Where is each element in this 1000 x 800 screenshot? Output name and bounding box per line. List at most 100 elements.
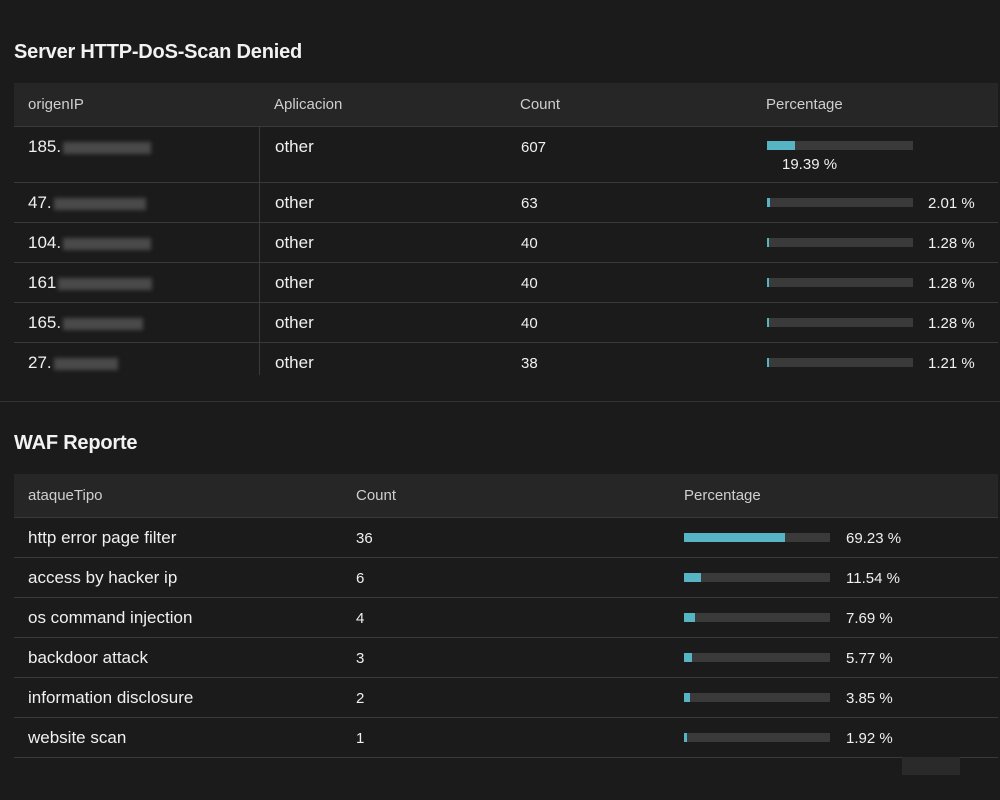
count-cell: 40 [521, 315, 538, 332]
percentage-bar-fill [767, 238, 769, 247]
count-cell: 36 [356, 530, 373, 547]
attack-type-cell: access by hacker ip [28, 568, 178, 587]
app-cell: other [275, 137, 314, 156]
app-cell: other [275, 353, 314, 372]
percentage-bar-fill [767, 358, 769, 367]
percentage-bar [767, 141, 913, 150]
ip-prefix: 165. [28, 313, 62, 332]
column-header-percentage[interactable]: Percentage [766, 96, 843, 113]
count-cell: 2 [356, 690, 365, 707]
percentage-bar-fill [684, 613, 695, 622]
table-row[interactable]: 104. other 40 1.28 % [14, 223, 998, 263]
table-row[interactable]: 165. other 40 1.28 % [14, 303, 998, 343]
percentage-value: 1.28 % [928, 315, 975, 332]
count-cell: 4 [356, 610, 365, 627]
dos-table: origenIP Aplicacion Count Percentage 185… [14, 83, 998, 375]
percentage-bar-fill [684, 653, 692, 662]
scroll-thumb[interactable] [902, 757, 960, 775]
percentage-bar-fill [767, 141, 795, 150]
ip-prefix: 47. [28, 193, 52, 212]
percentage-value: 69.23 % [846, 530, 902, 547]
table-row[interactable]: os command injection 4 7.69 % [14, 598, 998, 638]
table-row[interactable]: http error page filter 36 69.23 % [14, 518, 998, 558]
table-row[interactable]: 47. other 63 2.01 % [14, 183, 998, 223]
percentage-value: 3.85 % [846, 690, 893, 707]
column-header-count[interactable]: Count [356, 487, 396, 504]
table-row[interactable]: access by hacker ip 6 11.54 % [14, 558, 998, 598]
percentage-bar-fill [767, 198, 770, 207]
percentage-value: 5.77 % [846, 650, 893, 667]
percentage-bar-fill [684, 693, 690, 702]
count-cell: 38 [521, 355, 538, 372]
percentage-bar [684, 613, 830, 622]
percentage-bar [684, 693, 830, 702]
percentage-value: 1.92 % [846, 730, 893, 747]
app-cell: other [275, 313, 314, 332]
percentage-value: 1.28 % [928, 235, 975, 252]
attack-type-cell: backdoor attack [28, 648, 149, 667]
waf-panel: WAF Reporte ataqueTipo Count Percentage … [0, 400, 1000, 800]
attack-type-cell: http error page filter [28, 528, 177, 547]
percentage-bar [767, 198, 913, 207]
percentage-bar-fill [684, 573, 701, 582]
redacted-ip [63, 141, 152, 154]
redacted-ip [63, 317, 144, 330]
percentage-bar [684, 573, 830, 582]
column-header-origenip[interactable]: origenIP [28, 96, 84, 113]
redacted-ip [53, 357, 118, 370]
app-cell: other [275, 273, 314, 292]
percentage-bar [767, 278, 913, 287]
table-row[interactable]: website scan 1 1.92 % [14, 718, 998, 758]
panel-title: Server HTTP-DoS-Scan Denied [14, 41, 303, 63]
redacted-ip [58, 277, 153, 290]
percentage-bar-fill [684, 733, 687, 742]
panel-title: WAF Reporte [14, 432, 138, 454]
ip-cell: 47. [28, 193, 146, 213]
percentage-bar-fill [684, 533, 785, 542]
percentage-bar [684, 653, 830, 662]
percentage-value: 1.21 % [928, 355, 975, 372]
table-row[interactable]: backdoor attack 3 5.77 % [14, 638, 998, 678]
table-header: ataqueTipo Count Percentage [14, 474, 998, 518]
attack-type-cell: website scan [28, 728, 127, 747]
percentage-bar-fill [767, 318, 769, 327]
ip-cell: 165. [28, 313, 144, 333]
app-cell: other [275, 233, 314, 252]
count-cell: 1 [356, 730, 365, 747]
percentage-bar [684, 733, 830, 742]
table-header: origenIP Aplicacion Count Percentage [14, 83, 998, 127]
percentage-value: 2.01 % [928, 195, 975, 212]
ip-cell: 161 [28, 273, 153, 293]
percentage-bar [767, 358, 913, 367]
dos-panel: Server HTTP-DoS-Scan Denied origenIP Apl… [0, 0, 1000, 400]
percentage-value: 11.54 % [846, 570, 900, 587]
percentage-value: 1.28 % [928, 275, 975, 292]
table-row[interactable]: information disclosure 2 3.85 % [14, 678, 998, 718]
column-header-percentage[interactable]: Percentage [684, 487, 761, 504]
ip-cell: 27. [28, 353, 118, 373]
count-cell: 3 [356, 650, 365, 667]
percentage-bar [684, 533, 830, 542]
count-cell: 63 [521, 195, 538, 212]
percentage-bar [767, 318, 913, 327]
ip-cell: 104. [28, 233, 152, 253]
redacted-ip [53, 197, 146, 210]
percentage-value: 19.39 % [782, 156, 838, 173]
ip-prefix: 104. [28, 233, 62, 252]
table-row[interactable]: 161 other 40 1.28 % [14, 263, 998, 303]
app-cell: other [275, 193, 314, 212]
count-cell: 6 [356, 570, 365, 587]
table-row[interactable]: 27. other 38 1.21 % [14, 343, 998, 374]
column-header-ataquetipo[interactable]: ataqueTipo [28, 487, 103, 504]
column-divider [259, 127, 260, 375]
ip-prefix: 161 [28, 273, 57, 292]
table-row[interactable]: 185. other 607 19.39 % [14, 127, 998, 183]
column-header-aplicacion[interactable]: Aplicacion [274, 96, 342, 113]
ip-prefix: 27. [28, 353, 52, 372]
percentage-value: 7.69 % [846, 610, 893, 627]
attack-type-cell: os command injection [28, 608, 193, 627]
count-cell: 607 [521, 139, 547, 156]
count-cell: 40 [521, 275, 538, 292]
column-header-count[interactable]: Count [520, 96, 560, 113]
ip-prefix: 185. [28, 137, 62, 156]
